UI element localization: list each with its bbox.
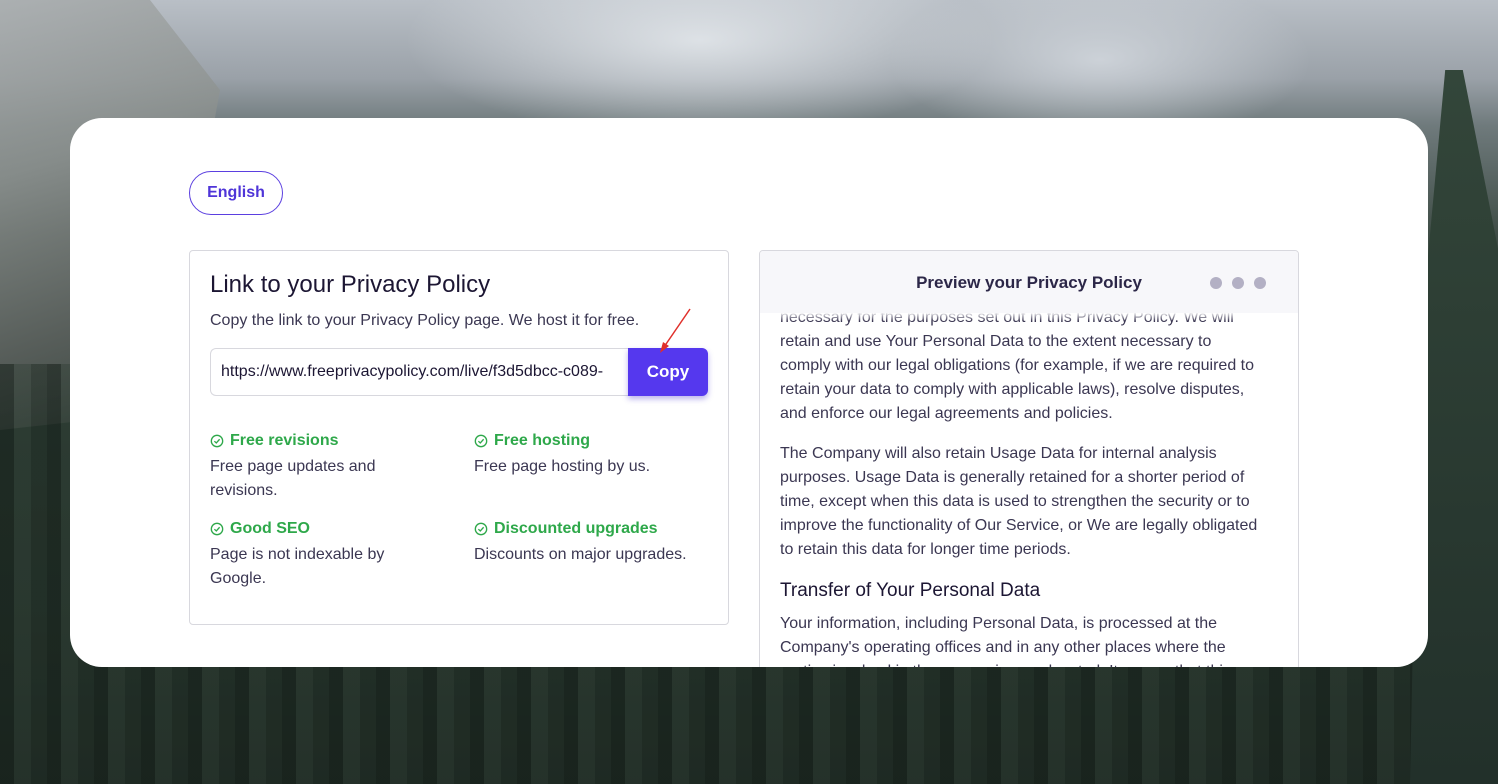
feature-title: Free hosting: [494, 432, 591, 449]
policy-url-input[interactable]: [210, 348, 630, 396]
feature-free-revisions: Free revisions Free page updates and rev…: [210, 431, 450, 503]
feature-title: Good SEO: [230, 520, 310, 537]
check-circle-icon: [474, 522, 488, 536]
preview-panel[interactable]: necessary for the purposes set out in th…: [759, 250, 1299, 667]
url-copy-row: Copy: [210, 348, 708, 396]
preview-section-heading: Transfer of Your Personal Data: [780, 580, 1041, 601]
preview-paragraph: Your information, including Personal Dat…: [780, 615, 1231, 667]
preview-paragraph: The Company will also retain Usage Data …: [780, 445, 1258, 558]
feature-description: Free page hosting by us.: [474, 458, 651, 475]
red-arrow-icon: [660, 308, 691, 353]
link-panel: Link to your Privacy Policy Copy the lin…: [189, 250, 729, 625]
dot-icon: [1254, 277, 1266, 289]
more-options-icon[interactable]: [1210, 277, 1266, 289]
main-card: English Link to your Privacy Policy Copy…: [70, 118, 1428, 667]
preview-scroll-fade: [760, 313, 1298, 321]
link-panel-subtitle: Copy the link to your Privacy Policy pag…: [210, 312, 640, 329]
preview-paragraph: necessary for the purposes set out in th…: [780, 309, 1255, 422]
language-button[interactable]: English: [189, 171, 283, 215]
check-circle-icon: [474, 434, 488, 448]
feature-description: Discounts on major upgrades.: [474, 546, 687, 563]
check-circle-icon: [210, 522, 224, 536]
preview-document: necessary for the purposes set out in th…: [780, 306, 1264, 667]
feature-description: Page is not indexable by Google.: [210, 546, 385, 587]
feature-good-seo: Good SEO Page is not indexable by Google…: [210, 519, 450, 591]
link-panel-title: Link to your Privacy Policy: [210, 271, 491, 298]
feature-description: Free page updates and revisions.: [210, 458, 376, 499]
check-circle-icon: [210, 434, 224, 448]
dot-icon: [1232, 277, 1244, 289]
dot-icon: [1210, 277, 1222, 289]
feature-discounted-upgrades: Discounted upgrades Discounts on major u…: [474, 519, 714, 567]
feature-title: Discounted upgrades: [494, 520, 658, 537]
feature-free-hosting: Free hosting Free page hosting by us.: [474, 431, 714, 479]
preview-header: Preview your Privacy Policy: [760, 251, 1298, 313]
feature-title: Free revisions: [230, 432, 339, 449]
